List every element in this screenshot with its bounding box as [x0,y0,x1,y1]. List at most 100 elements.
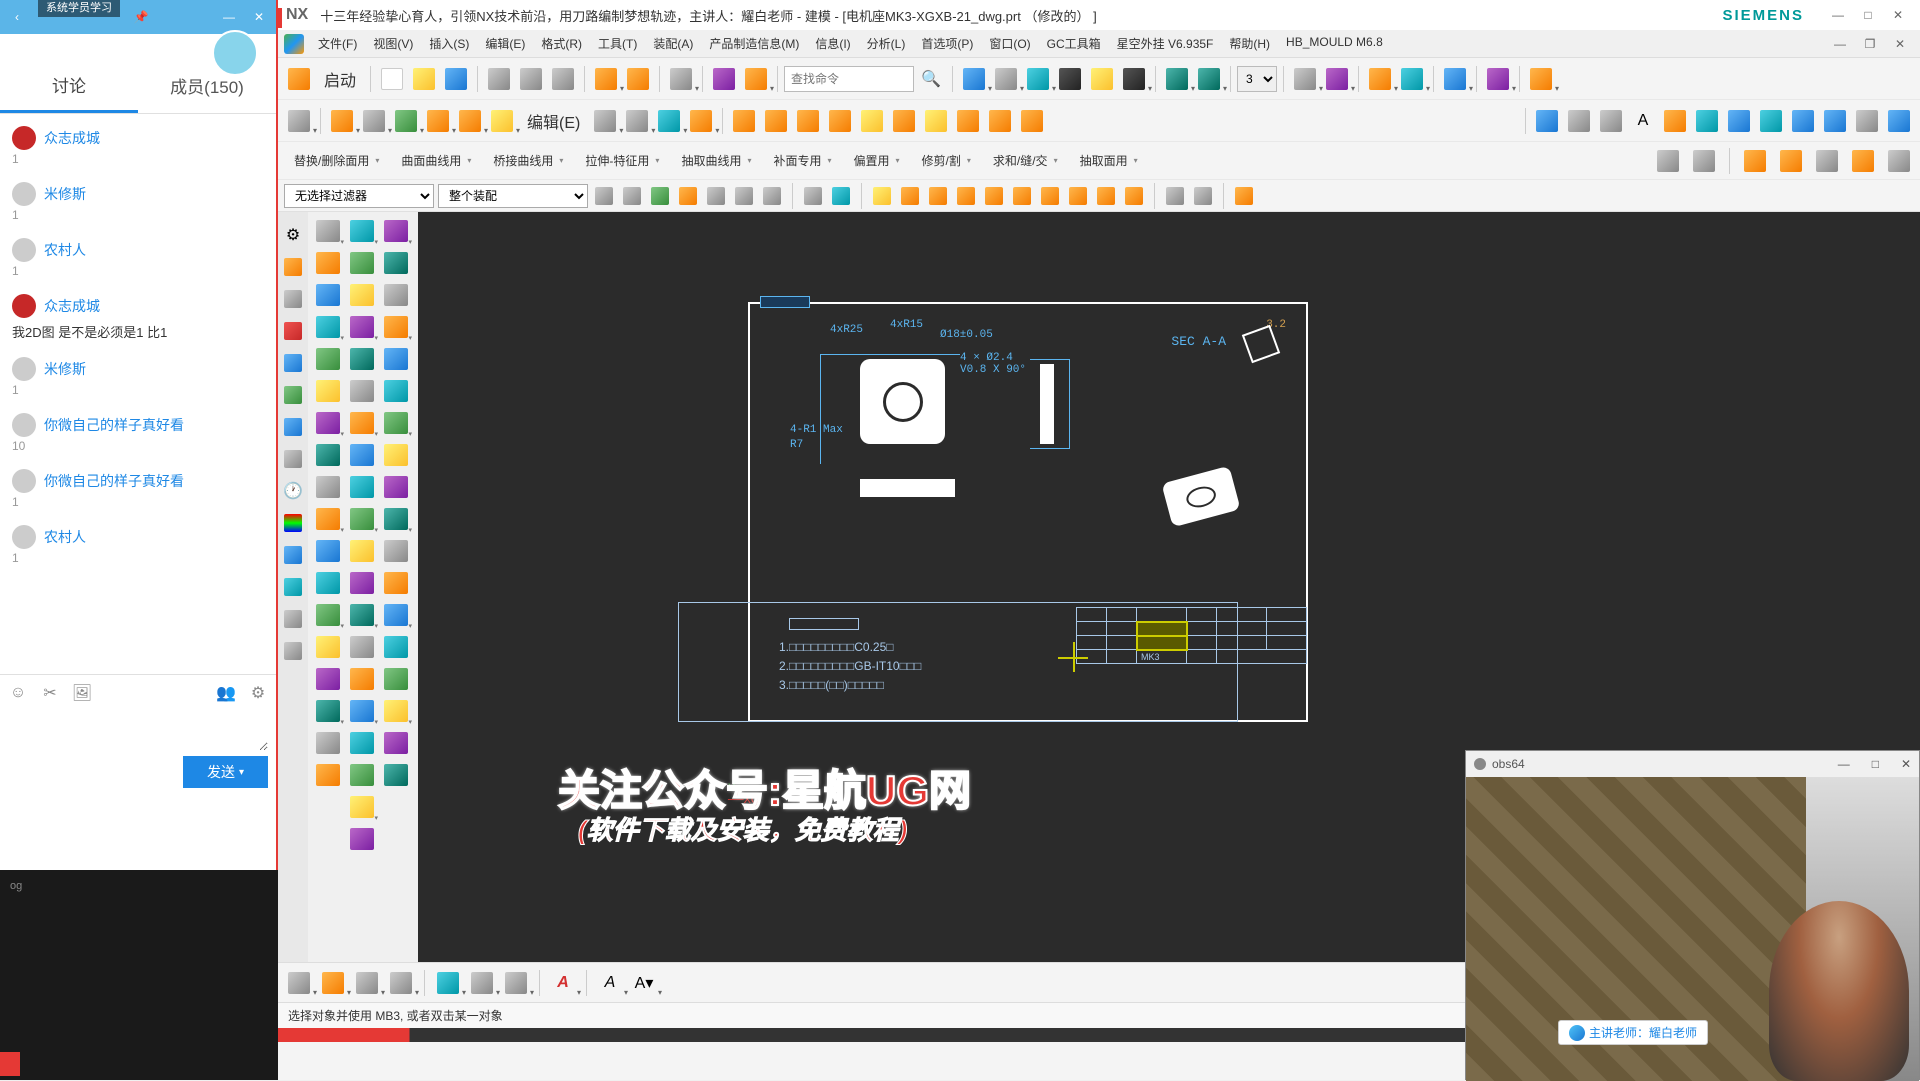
t3-c3-icon[interactable] [1812,146,1842,176]
t2-unite-icon[interactable] [729,106,759,136]
layer-icon[interactable] [1087,64,1117,94]
feat3-icon[interactable] [1365,64,1395,94]
f-b7-icon[interactable] [760,184,784,208]
f-b8-icon[interactable] [801,184,825,208]
t3-scale-icon[interactable] [1689,146,1719,176]
vt-btn[interactable] [380,216,412,246]
vt-btn[interactable] [312,472,344,502]
axis-icon[interactable] [1194,64,1224,94]
vt-btn[interactable] [346,600,378,630]
t2-b5-icon[interactable] [985,106,1015,136]
vt-btn[interactable] [380,728,412,758]
feat6-icon[interactable] [1483,64,1513,94]
vt-btn[interactable] [346,536,378,566]
feat1-icon[interactable] [1290,64,1320,94]
snap-intersect-icon[interactable] [1094,184,1118,208]
snap-tangent-icon[interactable] [926,184,950,208]
toolbar-text-btn[interactable]: 曲面曲线用 [391,148,481,173]
vt-btn[interactable] [380,504,412,534]
f-b5-icon[interactable] [704,184,728,208]
snap-perp-icon[interactable] [1122,184,1146,208]
box-icon[interactable] [1023,64,1053,94]
menu-item[interactable]: 窗口(O) [981,31,1038,56]
vt-btn[interactable] [380,696,412,726]
close-button[interactable]: ✕ [1884,4,1912,26]
f-b1-icon[interactable] [592,184,616,208]
vt-btn[interactable] [312,504,344,534]
copy-icon[interactable] [516,64,546,94]
t2-b2-icon[interactable] [889,106,919,136]
vt-btn[interactable] [312,536,344,566]
vt-btn[interactable] [312,568,344,598]
toolbar-text-btn[interactable]: 替换/删除面用 [284,148,389,173]
people-icon[interactable]: 👥 [216,683,236,703]
f-extra2-icon[interactable] [1191,184,1215,208]
snap-edge-icon[interactable] [898,184,922,208]
t2-b3-icon[interactable] [921,106,951,136]
t2-c4-icon[interactable] [1820,106,1850,136]
open-icon[interactable] [409,64,439,94]
f-extra1-icon[interactable] [1163,184,1187,208]
rail-probe-icon[interactable] [281,540,305,570]
rail-list-icon[interactable] [281,636,305,666]
vt-btn[interactable] [380,632,412,662]
doc-minimize-button[interactable]: — [1826,33,1854,55]
rail-nav-icon[interactable] [281,252,305,282]
t2-circle-icon[interactable] [1596,106,1626,136]
toolbar-text-btn[interactable]: 修剪/割 [912,148,981,173]
chat-list[interactable]: 众志成城1米修斯1农村人1众志成城我2D图 是不是必须是1 比1米修斯1你微自己… [0,114,276,674]
vt-btn[interactable] [380,472,412,502]
vt-btn[interactable] [312,376,344,406]
wcs-icon[interactable] [1162,64,1192,94]
bt-5-icon[interactable] [433,968,463,998]
start-button[interactable]: 启动 [316,63,364,95]
tab-discuss[interactable]: 讨论 [0,58,138,113]
t2-shell-icon[interactable] [455,106,485,136]
menu-item[interactable]: 插入(S) [421,31,477,56]
t2-pattern-icon[interactable] [391,106,421,136]
vt-btn[interactable] [380,376,412,406]
vt-btn[interactable] [312,664,344,694]
rail-role-icon[interactable] [281,380,305,410]
vt-btn[interactable] [380,248,412,278]
vt-btn[interactable] [312,344,344,374]
bt-1-icon[interactable] [284,968,314,998]
vt-btn[interactable] [312,280,344,310]
menu-item[interactable]: 视图(V) [365,31,421,56]
bt-7-icon[interactable] [501,968,531,998]
redo-icon[interactable] [623,64,653,94]
edit-btn[interactable]: 编辑(E) [519,105,588,137]
chat-item[interactable]: 众志成城1 [0,118,276,174]
f-b4-icon[interactable] [676,184,700,208]
save-icon[interactable] [441,64,471,94]
snap-mid-icon[interactable] [1010,184,1034,208]
vt-btn[interactable] [312,248,344,278]
vt-btn[interactable] [346,632,378,662]
vt-btn[interactable] [380,344,412,374]
feat5-icon[interactable] [1440,64,1470,94]
chat-item[interactable]: 米修斯1 [0,174,276,230]
menu-item[interactable]: 分析(L) [859,31,914,56]
snap-curve-icon[interactable] [954,184,978,208]
t2-text-icon[interactable]: A [1628,106,1658,136]
undo-icon[interactable] [591,64,621,94]
t2-intersect-icon[interactable] [793,106,823,136]
vt-btn[interactable] [346,568,378,598]
t2-offset-icon[interactable] [654,106,684,136]
menu-item[interactable]: 格式(R) [533,31,590,56]
vt-btn[interactable] [312,728,344,758]
bt-font-icon[interactable]: A [548,968,578,998]
minimize-icon[interactable]: — [220,8,238,26]
vt-btn[interactable] [380,408,412,438]
toolbar-text-btn[interactable]: 补面专用 [763,148,841,173]
emoji-icon[interactable]: ☺ [8,683,28,703]
bt-2-icon[interactable] [318,968,348,998]
sphere-icon[interactable] [1055,64,1085,94]
menu-item[interactable]: HB_MOULD M6.8 [1278,31,1391,56]
vt-btn[interactable] [346,408,378,438]
t2-b6-icon[interactable] [1017,106,1047,136]
f-b3-icon[interactable] [648,184,672,208]
search-input[interactable] [784,66,914,92]
window-icon[interactable] [959,64,989,94]
vt-btn[interactable] [380,312,412,342]
